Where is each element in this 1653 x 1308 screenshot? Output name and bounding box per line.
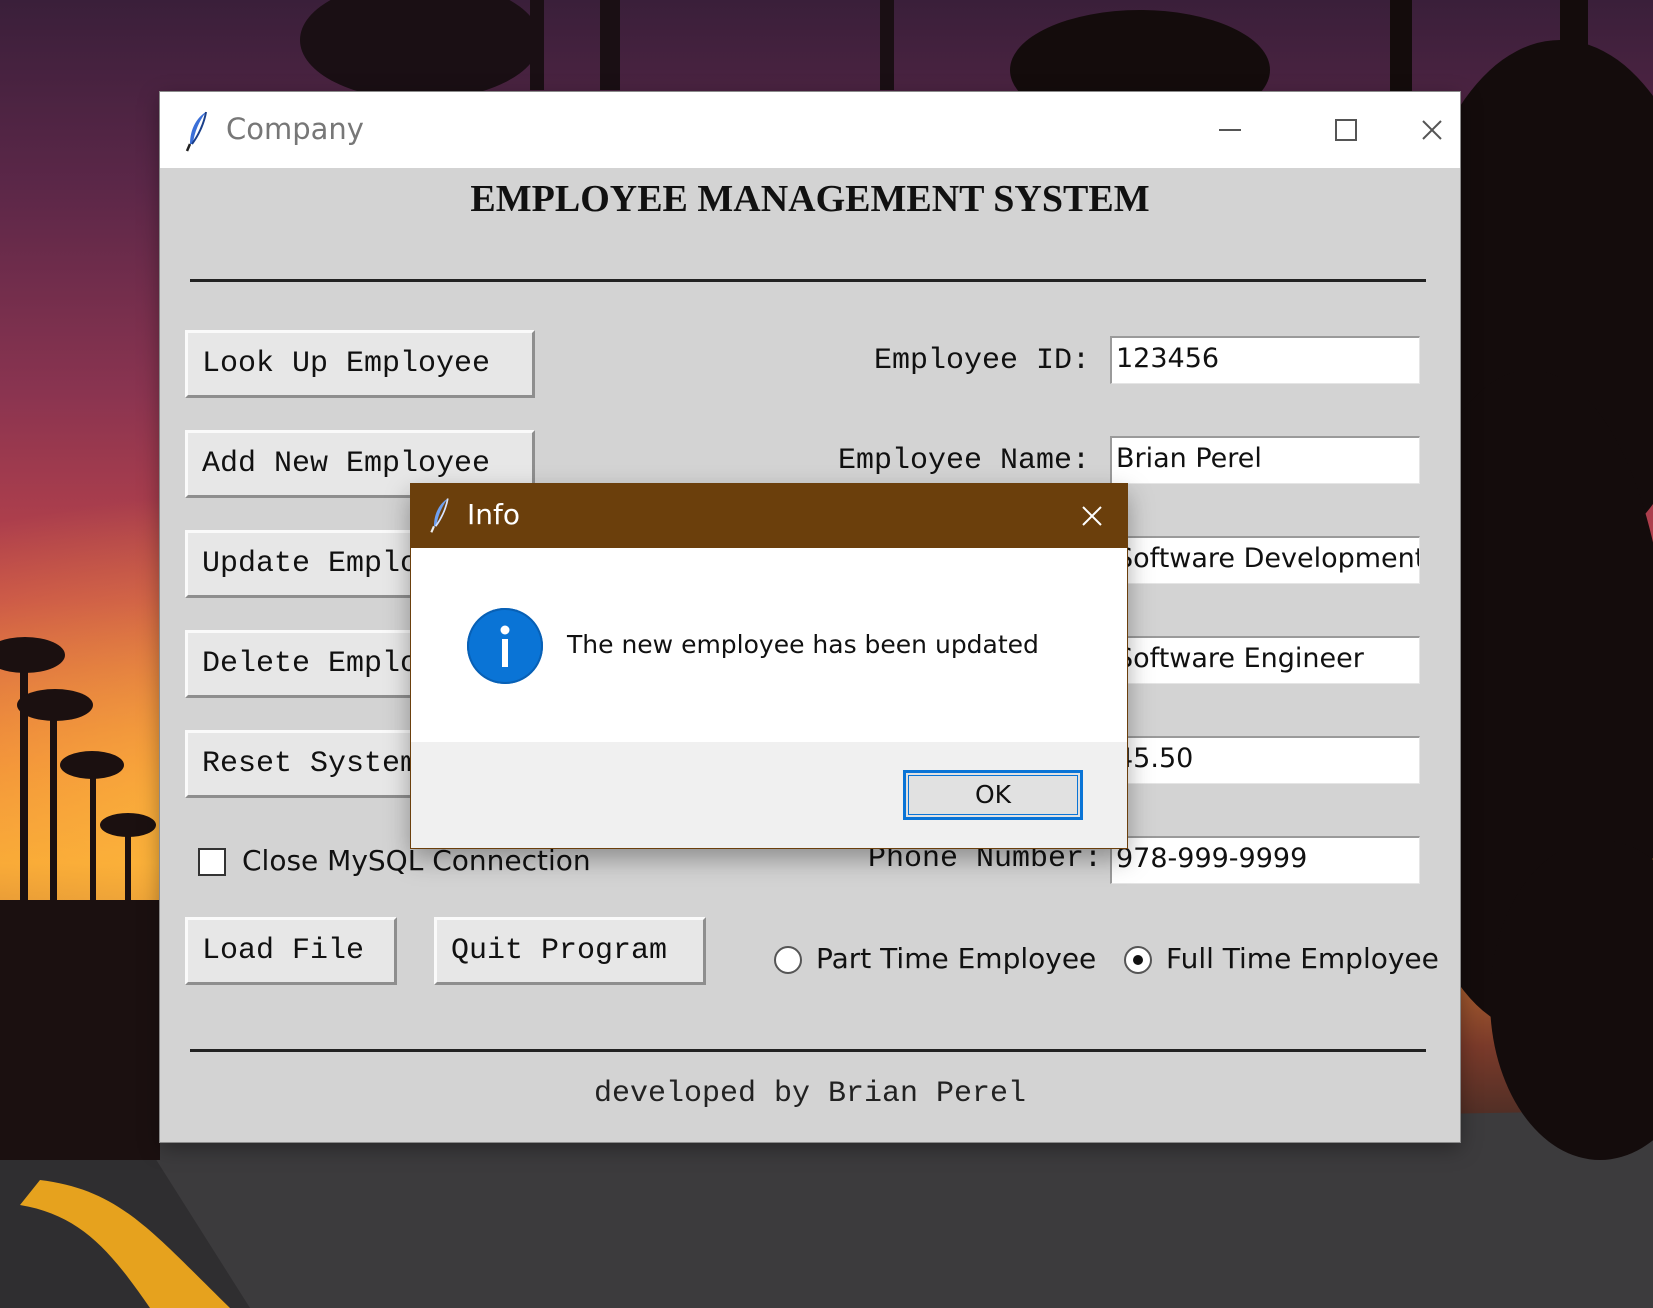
- info-dialog: Info The new employee has been updated O…: [411, 484, 1127, 848]
- dialog-close-button[interactable]: [1067, 492, 1117, 540]
- pay-rate-field[interactable]: 45.50: [1110, 736, 1420, 784]
- feather-icon: [430, 498, 449, 533]
- maximize-icon: [1335, 119, 1357, 141]
- feather-icon: [185, 111, 207, 152]
- load-file-button[interactable]: Load File: [185, 917, 397, 985]
- maximize-button[interactable]: [1288, 92, 1404, 168]
- full-time-radio[interactable]: [1124, 946, 1152, 974]
- dialog-message: The new employee has been updated: [567, 630, 1039, 659]
- dialog-titlebar[interactable]: Info: [411, 484, 1127, 548]
- minimize-button[interactable]: [1172, 92, 1288, 168]
- quit-program-button[interactable]: Quit Program: [434, 917, 706, 985]
- app-heading: EMPLOYEE MANAGEMENT SYSTEM: [470, 178, 1150, 220]
- employee-id-label: Employee ID:: [873, 344, 1090, 378]
- close-mysql-label: Close MySQL Connection: [242, 844, 591, 877]
- close-mysql-checkbox[interactable]: [198, 848, 226, 876]
- bottom-divider: [190, 1049, 1426, 1052]
- radio-selected-dot: [1133, 955, 1143, 965]
- full-time-label: Full Time Employee: [1166, 942, 1439, 975]
- job-title-field[interactable]: Software Engineer: [1110, 636, 1420, 684]
- part-time-radio[interactable]: [774, 946, 802, 974]
- phone-number-field[interactable]: 978-999-9999: [1110, 836, 1420, 884]
- top-divider: [190, 279, 1426, 282]
- info-icon: [467, 608, 543, 684]
- minimize-icon: [1219, 129, 1241, 131]
- window-title: Company: [226, 112, 364, 146]
- close-button[interactable]: [1404, 92, 1460, 168]
- look-up-employee-button[interactable]: Look Up Employee: [185, 330, 535, 398]
- close-icon: [1082, 506, 1102, 526]
- dialog-title: Info: [467, 498, 520, 531]
- footer-credit: developed by Brian Perel: [593, 1077, 1027, 1111]
- close-icon: [1422, 120, 1442, 140]
- employee-name-label: Employee Name:: [837, 444, 1090, 478]
- window-titlebar[interactable]: Company: [160, 92, 1460, 168]
- dialog-button-bar: OK: [411, 742, 1127, 848]
- employee-id-field[interactable]: 123456: [1110, 336, 1420, 384]
- ok-button[interactable]: OK: [903, 770, 1083, 820]
- department-field[interactable]: Software Development: [1110, 536, 1420, 584]
- employee-name-field[interactable]: Brian Perel: [1110, 436, 1420, 484]
- part-time-label: Part Time Employee: [816, 942, 1097, 975]
